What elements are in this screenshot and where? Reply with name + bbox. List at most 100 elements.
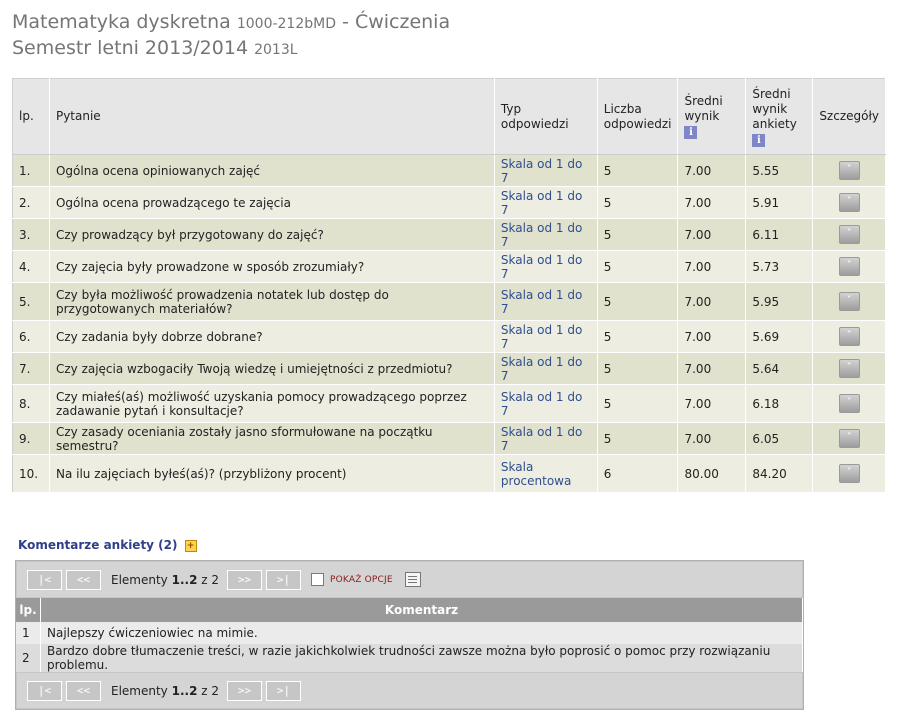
col-header-details: Szczegóły — [812, 78, 886, 155]
row-answer-type[interactable]: Skala od 1 do 7 — [501, 425, 582, 453]
comments-table: lp. Komentarz 1 Najlepszy ćwiczeniowiec n… — [16, 598, 803, 672]
row-avg-score: 7.00 — [684, 396, 712, 411]
pagination-bottom: |< << Elementy 1..2 z 2 >> >| — [16, 672, 803, 709]
col-header-question: Pytanie — [49, 78, 495, 155]
comments-heading[interactable]: Komentarze ankiety (2) + — [18, 538, 197, 552]
row-question: Ogólna ocena prowadzącego te zajęcia — [55, 195, 291, 210]
first-page-button[interactable]: |< — [27, 680, 62, 701]
pagination-info: Elementy 1..2 z 2 — [111, 573, 219, 587]
row-answer-count: 5 — [603, 195, 612, 210]
details-chevron-icon[interactable]: ˅ — [838, 464, 860, 483]
details-chevron-icon[interactable]: ˅ — [838, 193, 860, 212]
elements-prefix: Elementy — [111, 683, 172, 698]
details-chevron-icon[interactable]: ˅ — [838, 225, 860, 244]
info-icon[interactable]: i — [752, 133, 766, 147]
details-chevron-icon[interactable]: ˅ — [838, 394, 860, 413]
row-lp: 6. — [19, 329, 31, 344]
row-avg-score: 7.00 — [684, 227, 712, 242]
table-row: 6. Czy zadania były dobrze dobrane? Skala … — [12, 320, 886, 353]
details-chevron-icon[interactable]: ˅ — [838, 161, 860, 180]
details-chevron-icon[interactable]: ˅ — [838, 292, 860, 311]
show-options-checkbox[interactable] — [311, 573, 324, 586]
table-row: 3. Czy prowadzący był przygotowany do zaj… — [12, 218, 886, 251]
row-question: Ogólna ocena opiniowanych zajęć — [55, 163, 261, 178]
row-avg-score: 7.00 — [684, 259, 712, 274]
details-chevron-icon[interactable]: ˅ — [838, 327, 860, 346]
export-document-icon[interactable] — [404, 572, 421, 587]
page-header: Matematyka dyskretna 1000-212bMD - Ćwicz… — [12, 10, 450, 62]
row-survey-avg: 5.73 — [752, 259, 780, 274]
row-answer-count: 5 — [603, 294, 612, 309]
next-page-button[interactable]: >> — [227, 680, 262, 701]
row-avg-score: 7.00 — [684, 361, 712, 376]
elements-range: 1..2 — [171, 572, 198, 587]
comments-col-comment: Komentarz — [40, 598, 803, 622]
col-header-survey-avg-label: Średni wynik ankiety — [752, 86, 797, 131]
row-answer-type[interactable]: Skala od 1 do 7 — [501, 323, 582, 351]
row-avg-score: 80.00 — [684, 466, 719, 481]
comments-panel: |< << Elementy 1..2 z 2 >> >| POKAŻ OPCJ… — [15, 560, 804, 710]
row-avg-score: 7.00 — [684, 431, 712, 446]
row-answer-type[interactable]: Skala od 1 do 7 — [501, 288, 582, 316]
pagination-top: |< << Elementy 1..2 z 2 >> >| POKAŻ OPCJ… — [16, 561, 803, 598]
row-question: Czy zasady oceniania zostały jasno sform… — [55, 424, 433, 453]
row-avg-score: 7.00 — [684, 195, 712, 210]
col-header-survey-avg: Średni wynik ankiety i — [745, 78, 814, 155]
row-answer-type[interactable]: Skala od 1 do 7 — [501, 189, 582, 217]
row-survey-avg: 6.18 — [752, 396, 780, 411]
row-survey-avg: 84.20 — [752, 466, 787, 481]
row-survey-avg: 5.64 — [752, 361, 780, 376]
row-lp: 9. — [19, 431, 31, 446]
row-answer-type[interactable]: Skala od 1 do 7 — [501, 355, 582, 383]
survey-results-table: lp. Pytanie Typ odpowiedzi Liczba odpowi… — [12, 78, 886, 493]
expand-plus-icon[interactable]: + — [184, 539, 197, 552]
row-survey-avg: 5.95 — [752, 294, 780, 309]
semester-code: 2013L — [254, 42, 298, 58]
details-chevron-icon[interactable]: ˅ — [838, 429, 860, 448]
row-answer-type[interactable]: Skala od 1 do 7 — [501, 253, 582, 281]
row-question: Na ilu zajęciach byłeś(aś)? (przybliżony… — [55, 466, 347, 481]
row-avg-score: 7.00 — [684, 294, 712, 309]
comments-title[interactable]: Komentarze ankiety (2) — [18, 538, 178, 552]
last-page-button[interactable]: >| — [266, 680, 301, 701]
row-answer-type[interactable]: Skala od 1 do 7 — [501, 221, 582, 249]
table-row: 5. Czy była możliwość prowadzenia notatek… — [12, 282, 886, 321]
info-icon[interactable]: i — [684, 126, 698, 139]
table-row: 1. Ogólna ocena opiniowanych zajęć Skala o… — [12, 154, 886, 187]
comment-text: Bardzo dobre tłumaczenie treści, w razie… — [40, 644, 803, 672]
last-page-button[interactable]: >| — [266, 569, 301, 590]
table-row: 9. Czy zasady oceniania zostały jasno sfo… — [12, 422, 886, 455]
row-lp: 4. — [19, 259, 31, 274]
row-answer-type[interactable]: Skala od 1 do 7 — [501, 390, 582, 418]
elements-prefix: Elementy — [111, 572, 172, 587]
row-answer-count: 5 — [603, 163, 612, 178]
comment-row: 1 Najlepszy ćwiczeniowiec na mimie. — [16, 622, 803, 644]
show-options-label[interactable]: POKAŻ OPCJE — [330, 575, 393, 585]
first-page-button[interactable]: |< — [27, 569, 62, 590]
row-answer-type[interactable]: Skala od 1 do 7 — [501, 157, 582, 185]
elements-range: 1..2 — [171, 683, 198, 698]
row-lp: 3. — [19, 227, 31, 242]
col-header-avg: Średni wynik i — [677, 78, 747, 155]
row-answer-count: 5 — [603, 396, 612, 411]
table-row: 10. Na ilu zajęciach byłeś(aś)? (przybliż… — [12, 454, 886, 493]
details-chevron-icon[interactable]: ˅ — [838, 257, 860, 276]
comments-col-lp: lp. — [16, 598, 41, 622]
row-survey-avg: 5.55 — [752, 163, 780, 178]
row-lp: 1. — [19, 163, 31, 178]
row-question: Czy prowadzący był przygotowany do zajęć… — [55, 227, 324, 242]
row-answer-type[interactable]: Skala procentowa — [501, 460, 571, 488]
details-chevron-icon[interactable]: ˅ — [838, 359, 860, 378]
next-page-button[interactable]: >> — [227, 569, 262, 590]
col-header-count: Liczba odpowiedzi — [597, 78, 679, 155]
comment-lp: 1 — [16, 622, 41, 644]
prev-page-button[interactable]: << — [66, 569, 101, 590]
prev-page-button[interactable]: << — [66, 680, 101, 701]
row-answer-count: 5 — [603, 361, 612, 376]
row-survey-avg: 5.91 — [752, 195, 780, 210]
row-question: Czy zajęcia wzbogaciły Twoją wiedzę i um… — [55, 361, 453, 376]
course-title: Matematyka dyskretna 1000-212bMD - Ćwicz… — [12, 10, 450, 36]
row-answer-count: 5 — [603, 227, 612, 242]
row-avg-score: 7.00 — [684, 163, 712, 178]
course-type: - Ćwiczenia — [342, 11, 451, 33]
